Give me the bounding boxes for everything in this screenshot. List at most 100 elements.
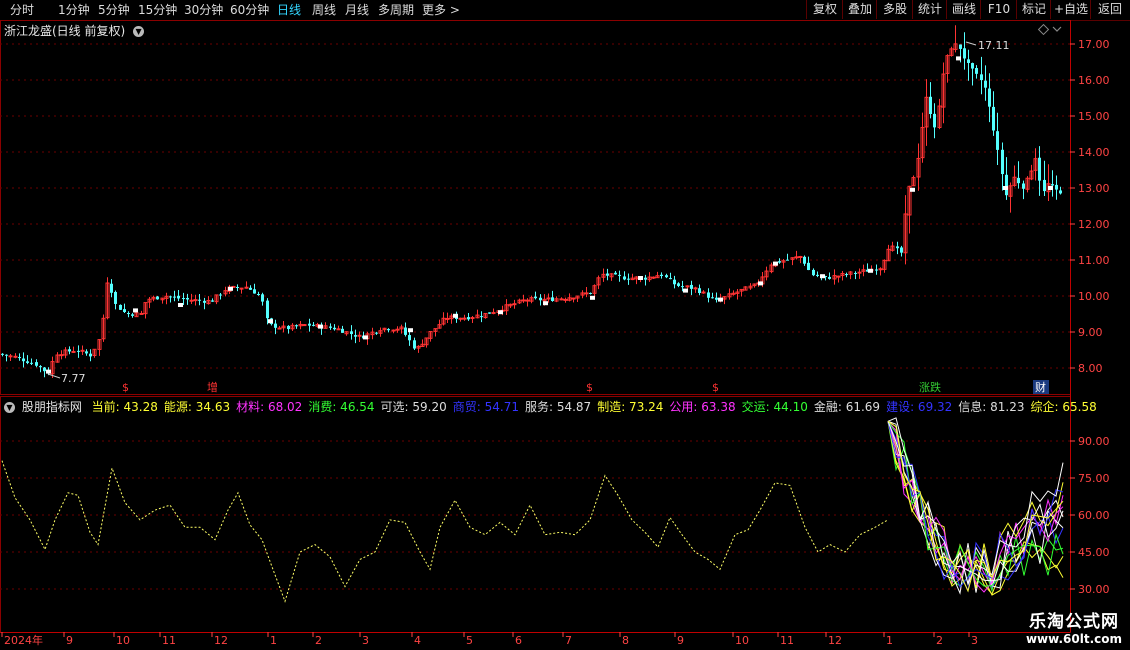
candlesticks — [1, 25, 1062, 378]
candle-body — [869, 269, 874, 272]
mark-button[interactable]: 标记 — [1016, 0, 1051, 19]
candle-body — [160, 297, 165, 301]
sector-line — [887, 421, 1064, 596]
candle-body — [644, 277, 647, 280]
statistics-button[interactable]: 统计 — [912, 0, 947, 19]
period-tab-daily[interactable]: 日线 — [277, 1, 301, 19]
candle-body — [320, 324, 323, 329]
candle-body — [387, 329, 390, 331]
time-tick-label: 9 — [677, 634, 684, 647]
time-tick-label: 6 — [515, 634, 522, 647]
candle-body — [156, 296, 159, 300]
candle-body — [30, 362, 33, 364]
indicator-item: 交运: 44.10 — [741, 400, 808, 414]
candle-body — [408, 335, 411, 341]
candle-body — [575, 295, 580, 299]
candle-body — [1043, 179, 1046, 192]
candle-body — [980, 74, 983, 81]
candle-body — [803, 256, 806, 264]
candle-body — [420, 343, 425, 347]
kline-chart-area[interactable]: 17.00 16.00 15.00 14.00 13.00 12.00 11.00 10.00… — [0, 0, 1130, 650]
candle-body — [488, 312, 491, 314]
candle-body — [169, 296, 172, 298]
add-favorite-button[interactable]: +自选 — [1050, 0, 1091, 19]
candle-body — [778, 261, 781, 263]
draw-line-button[interactable]: 画线 — [946, 0, 981, 19]
period-tab-15min[interactable]: 15分钟 — [138, 1, 177, 19]
back-button[interactable]: 返回 — [1090, 0, 1129, 19]
multi-stock-button[interactable]: 多股 — [876, 0, 913, 19]
candle-body — [798, 255, 803, 258]
candle-body — [193, 299, 198, 302]
candle-body — [539, 297, 542, 301]
diamond-icon[interactable] — [1037, 23, 1050, 36]
candle-body — [89, 353, 92, 357]
signal-marker — [318, 324, 323, 329]
candle-body — [391, 329, 396, 332]
candle-body — [848, 271, 853, 275]
candle-body — [261, 294, 264, 302]
more-menu[interactable]: 更多 > — [422, 1, 460, 19]
candle-body — [614, 272, 617, 275]
overlay-button[interactable]: 叠加 — [842, 0, 877, 19]
indicator-item: 商贸: 54.71 — [452, 400, 519, 414]
indicator-item: 金融: 61.69 — [813, 400, 881, 414]
candle-body — [542, 298, 547, 302]
candle-body — [253, 289, 256, 294]
candle-body — [395, 328, 400, 331]
candle-body — [295, 325, 298, 327]
candle-body — [315, 323, 320, 327]
adjust-button[interactable]: 复权 — [806, 0, 843, 19]
candle-body — [123, 309, 126, 313]
time-tick-label: 9 — [66, 634, 73, 647]
candle-body — [101, 317, 106, 340]
period-tab-30min[interactable]: 30分钟 — [184, 1, 223, 19]
period-tab-weekly[interactable]: 周线 — [312, 1, 336, 19]
time-tick-label: 12 — [828, 634, 842, 647]
candle-body — [5, 354, 8, 356]
time-tick-label: 2 — [936, 634, 943, 647]
watermark: 乐淘公式网 www.60lt.com — [1026, 607, 1122, 646]
sector-line — [887, 421, 1064, 587]
candle-body — [647, 276, 652, 281]
candle-body — [97, 339, 102, 350]
period-tab-monthly[interactable]: 月线 — [345, 1, 369, 19]
candle-body — [227, 286, 232, 292]
candle-body — [722, 296, 727, 300]
indicator-item: 可选: 59.20 — [380, 400, 447, 414]
candle-body — [77, 350, 80, 352]
indicator-lines — [1, 417, 1064, 603]
time-tick-label: 2 — [315, 634, 322, 647]
candle-body — [554, 298, 559, 302]
indicator-frame — [0, 396, 1071, 633]
candle-body — [735, 291, 740, 294]
indicator-item: 服务: 54.87 — [524, 400, 592, 414]
candle-body — [903, 213, 908, 254]
indicator-item: 当前: 43.28 — [91, 400, 158, 414]
chevron-down-icon[interactable] — [1052, 26, 1062, 32]
chevron-down-icon[interactable]: ▼ — [133, 26, 145, 37]
period-tab-intraday[interactable]: 分时 — [10, 1, 34, 19]
period-tab-5min[interactable]: 5分钟 — [98, 1, 130, 19]
candle-body — [437, 324, 442, 329]
period-tab-multi[interactable]: 多周期 — [378, 1, 414, 19]
indicator-item: 信息: 81.23 — [958, 400, 1025, 414]
sector-line — [887, 421, 1064, 593]
f10-button[interactable]: F10 — [980, 0, 1017, 19]
candle-body — [715, 297, 718, 300]
signal-marker — [868, 268, 873, 273]
candle-body — [836, 275, 841, 278]
candle-body — [584, 292, 589, 295]
candle-body — [329, 326, 332, 328]
candle-body — [362, 335, 365, 339]
price-tick-label: 13.00 — [1078, 182, 1110, 195]
candle-body — [748, 285, 753, 289]
candle-body — [718, 298, 723, 301]
period-tab-60min[interactable]: 60分钟 — [230, 1, 269, 19]
candle-body — [752, 283, 757, 287]
candle-body — [900, 247, 903, 253]
candle-body — [711, 297, 714, 299]
candle-body — [139, 312, 144, 315]
chevron-down-icon[interactable]: ▼ — [4, 402, 15, 413]
period-tab-1min[interactable]: 1分钟 — [58, 1, 90, 19]
